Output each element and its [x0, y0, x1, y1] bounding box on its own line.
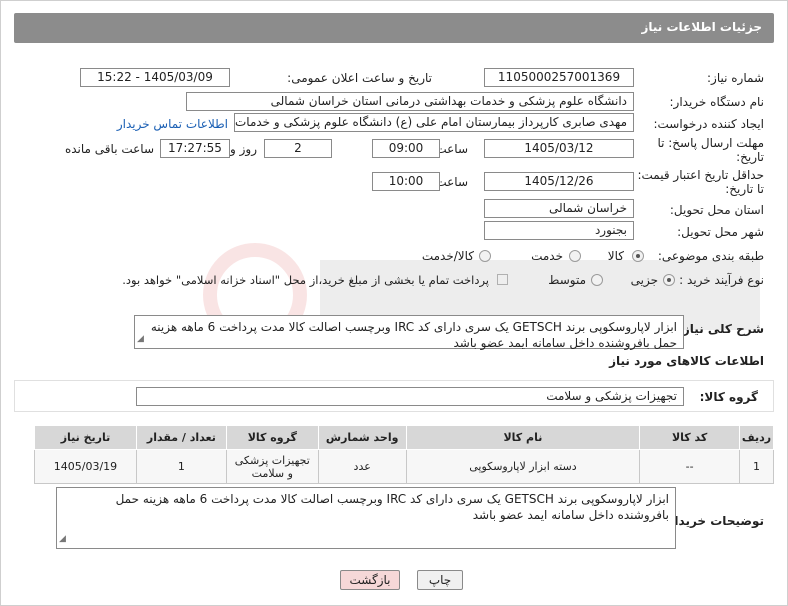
category-goods-label: کالا	[607, 249, 624, 263]
cell-need-date: 1405/03/19	[34, 449, 137, 484]
col-unit: واحد شمارش	[317, 425, 407, 450]
reply-days-field: 2	[264, 139, 332, 158]
reply-deadline-label-2: تاریخ:	[736, 150, 764, 164]
purchase-type-label: نوع فرآیند خرید :	[679, 273, 764, 287]
cell-group: تجهیزات پزشکی و سلامت	[225, 449, 319, 484]
description-label: شرح کلی نیاز:	[678, 322, 764, 336]
reply-deadline-time-field: 09:00	[372, 139, 440, 158]
col-row: ردیف	[739, 425, 774, 450]
cell-unit: عدد	[317, 449, 407, 484]
buyer-org-label: نام دستگاه خریدار:	[669, 95, 765, 109]
col-name: نام کالا	[405, 425, 641, 450]
buyer-notes-textarea[interactable]: ابزار لاپاروسکوپی برند GETSCH یک سری دار…	[56, 487, 676, 549]
category-label: طبقه بندی موضوعی:	[657, 249, 764, 263]
price-validity-label: حداقل تاریخ اعتبار قیمت:	[637, 168, 764, 182]
category-goods-service-label: کالا/خدمت	[421, 249, 474, 263]
goods-info-title: اطلاعات کالاهای مورد نیاز	[609, 354, 764, 368]
back-button[interactable]: بازگشت	[340, 570, 400, 590]
col-need-date: تاریخ نیاز	[34, 425, 137, 450]
category-goods-radio[interactable]	[632, 250, 644, 262]
need-number-label: شماره نیاز:	[707, 71, 764, 85]
price-validity-label-2: تا تاریخ:	[725, 182, 764, 196]
category-service-radio[interactable]	[569, 250, 581, 262]
page-title: جزئیات اطلاعات نیاز	[641, 20, 762, 34]
resize-grip-icon: ◢	[59, 534, 66, 544]
delivery-city-label: شهر محل تحویل:	[677, 225, 764, 239]
description-textarea[interactable]: ابزار لاپاروسکوپی برند GETSCH یک سری دار…	[134, 315, 684, 350]
price-validity-date-field: 1405/12/26	[484, 172, 634, 191]
print-button[interactable]: چاپ	[417, 570, 463, 590]
purchase-partial-label: جزیی	[630, 273, 658, 287]
resize-grip-icon: ◢	[137, 334, 144, 344]
cell-row: 1	[739, 449, 774, 484]
remaining-time-field: 17:27:55	[160, 139, 230, 158]
col-code: کد کالا	[639, 425, 741, 450]
buyer-notes-label: توضیحات خریدار:	[662, 514, 764, 528]
need-number-field: 1105000257001369	[484, 68, 634, 87]
table-row: 1 -- دسته ابزار لاپاروسکوپی عدد تجهیزات …	[34, 449, 774, 484]
requester-field: مهدی صابری کارپرداز بیمارستان امام علی (…	[234, 113, 634, 132]
buyer-notes-text: ابزار لاپاروسکوپی برند GETSCH یک سری دار…	[115, 492, 669, 522]
price-validity-time-field: 10:00	[372, 172, 440, 191]
cell-quantity: 1	[135, 449, 227, 484]
reply-days-label: روز و	[230, 142, 257, 156]
announce-datetime-field: 1405/03/09 - 15:22	[80, 68, 230, 87]
goods-table: ردیف کد کالا نام کالا واحد شمارش گروه کا…	[34, 425, 774, 484]
description-text: ابزار لاپاروسکوپی برند GETSCH یک سری دار…	[150, 320, 677, 350]
purchase-medium-radio[interactable]	[591, 274, 603, 286]
reply-deadline-date-field: 1405/03/12	[484, 139, 634, 158]
cell-code: --	[639, 449, 741, 484]
goods-group-label: گروه کالا:	[699, 390, 758, 404]
purchase-partial-radio[interactable]	[663, 274, 675, 286]
goods-table-header: ردیف کد کالا نام کالا واحد شمارش گروه کا…	[34, 425, 774, 450]
delivery-province-label: استان محل تحویل:	[669, 203, 764, 217]
category-goods-service-radio[interactable]	[479, 250, 491, 262]
requester-label: ایجاد کننده درخواست:	[653, 117, 764, 131]
cell-name: دسته ابزار لاپاروسکوپی	[405, 449, 641, 484]
purchase-medium-label: متوسط	[548, 273, 586, 287]
buyer-contact-link[interactable]: اطلاعات تماس خریدار	[117, 117, 228, 131]
buyer-org-field: دانشگاه علوم پزشکی و خدمات بهداشتی درمان…	[186, 92, 634, 111]
page-title-bar: جزئیات اطلاعات نیاز	[14, 13, 774, 43]
delivery-city-field: بجنورد	[484, 221, 634, 240]
treasury-payment-note: پرداخت تمام یا بخشی از مبلغ خرید،از محل …	[122, 273, 489, 287]
reply-deadline-time-label: ساعت	[435, 142, 468, 156]
col-group: گروه کالا	[225, 425, 319, 450]
reply-deadline-label: مهلت ارسال پاسخ: تا	[657, 136, 764, 150]
remaining-time-label: ساعت باقی مانده	[64, 142, 154, 156]
goods-group-field: تجهیزات پزشکی و سلامت	[136, 387, 684, 406]
delivery-province-field: خراسان شمالی	[484, 199, 634, 218]
price-validity-time-label: ساعت	[435, 175, 468, 189]
announce-datetime-label: تاریخ و ساعت اعلان عمومی:	[287, 71, 432, 85]
category-service-label: خدمت	[531, 249, 563, 263]
col-quantity: تعداد / مقدار	[135, 425, 227, 450]
treasury-payment-checkbox[interactable]	[497, 274, 508, 285]
